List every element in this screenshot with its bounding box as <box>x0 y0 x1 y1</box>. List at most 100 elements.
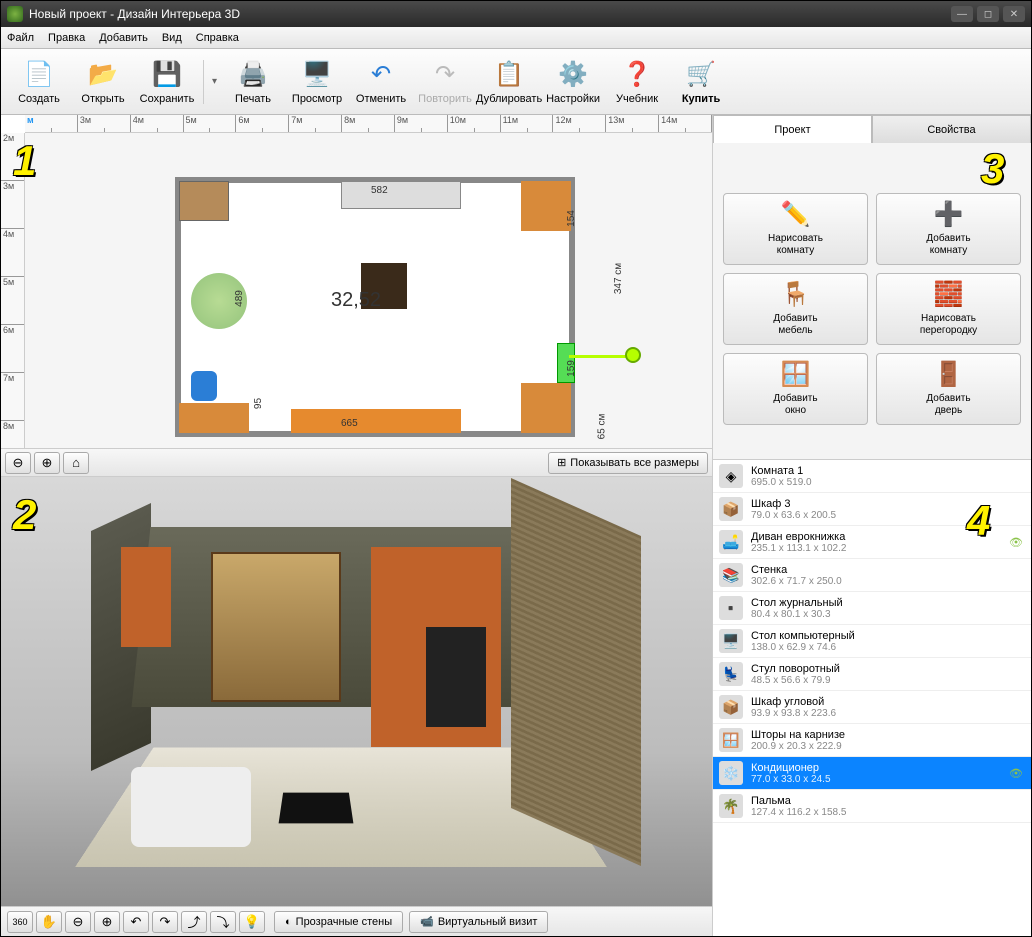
home-button[interactable]: ⌂ <box>63 452 89 474</box>
list-item[interactable]: ▪️Стол журнальный80.4 x 80.1 x 30.3 <box>713 592 1031 625</box>
menu-Файл[interactable]: Файл <box>7 32 34 44</box>
plan-2d-area[interactable]: м3м4м5м6м7м8м9м10м11м12м13м14м 2м3м4м5м6… <box>1 115 712 477</box>
menu-Справка[interactable]: Справка <box>196 32 239 44</box>
item-dims: 79.0 x 63.6 x 200.5 <box>751 510 1025 521</box>
dropdown-arrow[interactable]: ▾ <box>208 76 221 87</box>
zoom-out-button[interactable]: ⊖ <box>5 452 31 474</box>
shelf-3d[interactable] <box>371 547 501 747</box>
app-icon <box>7 6 23 22</box>
item-name: Шкаф 3 <box>751 498 1025 510</box>
tool-Создать[interactable]: 📄Создать <box>7 53 71 111</box>
selection-indicator-dot[interactable] <box>625 347 641 363</box>
actions-grid: ✏️Нарисоватькомнату➕Добавитькомнату🪑Доба… <box>713 175 1031 435</box>
list-item[interactable]: ◈Комната 1695.0 x 519.0 <box>713 460 1031 493</box>
ruler-tick: 8м <box>342 115 395 132</box>
tool-Сохранить[interactable]: 💾Сохранить <box>135 53 199 111</box>
Настройки-icon: ⚙️ <box>557 59 589 91</box>
list-item[interactable]: 📦Шкаф 379.0 x 63.6 x 200.5 <box>713 493 1031 526</box>
action-перегородку[interactable]: 🧱Нарисоватьперегородку <box>876 273 1021 345</box>
list-item[interactable]: 📦Шкаф угловой93.9 x 93.8 x 223.6 <box>713 691 1031 724</box>
room-outline[interactable]: 32,52 582 665 489 95 <box>175 177 575 437</box>
Отменить-icon: ↶ <box>365 59 397 91</box>
room-area: 32,52 <box>331 289 381 312</box>
dim-left: 489 <box>234 290 245 307</box>
zoom-out-3d-button[interactable]: ⊖ <box>65 911 91 933</box>
furniture-shelf[interactable] <box>521 383 571 433</box>
item-dims: 80.4 x 80.1 x 30.3 <box>751 609 1025 620</box>
tool-Учебник[interactable]: ❓Учебник <box>605 53 669 111</box>
show-dims-label: Показывать все размеры <box>570 457 699 469</box>
wardrobe-3d[interactable] <box>121 547 171 647</box>
curtain-3d[interactable] <box>211 552 341 702</box>
list-item[interactable]: 📚Стенка302.6 x 71.7 x 250.0 <box>713 559 1031 592</box>
tool-Купить[interactable]: 🛒Купить <box>669 53 733 111</box>
list-item[interactable]: 🪟Шторы на карнизе200.9 x 20.3 x 222.9 <box>713 724 1031 757</box>
item-name: Стул поворотный <box>751 663 1025 675</box>
visibility-icon[interactable]: 👁 <box>1009 536 1025 549</box>
item-dims: 235.1 x 113.1 x 102.2 <box>751 543 1009 554</box>
item-thumb: 💺 <box>719 662 743 686</box>
separator <box>203 60 204 104</box>
visibility-icon[interactable]: 👁 <box>1009 767 1025 780</box>
pan-button[interactable]: ✋ <box>36 911 62 933</box>
rotate-right-button[interactable]: ↷ <box>152 911 178 933</box>
menu-Добавить[interactable]: Добавить <box>99 32 148 44</box>
tab-project[interactable]: Проект <box>713 115 872 143</box>
list-item[interactable]: ❄️Кондиционер77.0 x 33.0 x 24.5👁 <box>713 757 1031 790</box>
zoom-in-3d-button[interactable]: ⊕ <box>94 911 120 933</box>
list-item[interactable]: 🛋️Диван еврокнижка235.1 x 113.1 x 102.2👁 <box>713 526 1031 559</box>
action-дверь[interactable]: 🚪Добавитьдверь <box>876 353 1021 425</box>
rotate-down-button[interactable]: ⤵ <box>210 911 236 933</box>
action-комнату[interactable]: ✏️Нарисоватькомнату <box>723 193 868 265</box>
tool-Дублировать[interactable]: 📋Дублировать <box>477 53 541 111</box>
Учебник-icon: ❓ <box>621 59 653 91</box>
minimize-button[interactable]: — <box>951 6 973 22</box>
list-item[interactable]: 🖥️Стол компьютерный138.0 x 62.9 x 74.6 <box>713 625 1031 658</box>
tool-Отменить[interactable]: ↶Отменить <box>349 53 413 111</box>
furniture-wardrobe[interactable] <box>179 181 229 221</box>
virtual-visit-button[interactable]: 📹Виртуальный визит <box>409 911 548 933</box>
rotate-left-button[interactable]: ↶ <box>123 911 149 933</box>
light-button[interactable]: 💡 <box>239 911 265 933</box>
list-item[interactable]: 🌴Пальма127.4 x 116.2 x 158.5 <box>713 790 1031 823</box>
furniture-corner[interactable] <box>521 181 571 231</box>
action-комнату[interactable]: ➕Добавитькомнату <box>876 193 1021 265</box>
action-окно[interactable]: 🪟Добавитьокно <box>723 353 868 425</box>
canvas-2d[interactable]: 32,52 582 665 489 95 347 см 154 159 65 с… <box>25 133 712 448</box>
zoom-in-button[interactable]: ⊕ <box>34 452 60 474</box>
view-3d[interactable]: 2 360 ✋ ⊖ ⊕ ↶ ↷ ⤴ ⤵ 💡 ◐Прозрачные стены … <box>1 477 712 936</box>
furniture-sofa[interactable] <box>291 409 461 433</box>
menu-Вид[interactable]: Вид <box>162 32 182 44</box>
close-button[interactable]: ✕ <box>1003 6 1025 22</box>
action-мебель[interactable]: 🪑Добавитьмебель <box>723 273 868 345</box>
tool-Настройки[interactable]: ⚙️Настройки <box>541 53 605 111</box>
titlebar: Новый проект - Дизайн Интерьера 3D — ◻ ✕ <box>1 1 1031 27</box>
комнату-icon: ➕ <box>934 201 964 230</box>
ruler-tick: 12м <box>553 115 606 132</box>
furniture-desk[interactable] <box>179 403 249 433</box>
item-name: Пальма <box>751 795 1025 807</box>
object-list[interactable]: ◈Комната 1695.0 x 519.0📦Шкаф 379.0 x 63.… <box>713 459 1031 936</box>
furniture-ac[interactable] <box>341 181 461 209</box>
right-tabs: Проект Свойства <box>713 115 1031 143</box>
tool-Просмотр[interactable]: 🖥️Просмотр <box>285 53 349 111</box>
item-thumb: ◈ <box>719 464 743 488</box>
table-3d[interactable] <box>279 793 354 824</box>
menu-Правка[interactable]: Правка <box>48 32 85 44</box>
list-item[interactable]: 💺Стул поворотный48.5 x 56.6 x 79.9 <box>713 658 1031 691</box>
rotate-360-button[interactable]: 360 <box>7 911 33 933</box>
item-thumb: 🛋️ <box>719 530 743 554</box>
sofa-3d[interactable] <box>131 767 251 847</box>
tab-properties[interactable]: Свойства <box>872 115 1031 143</box>
rotate-up-button[interactable]: ⤴ <box>181 911 207 933</box>
Просмотр-icon: 🖥️ <box>301 59 333 91</box>
maximize-button[interactable]: ◻ <box>977 6 999 22</box>
tool-Повторить[interactable]: ↷Повторить <box>413 53 477 111</box>
tool-Печать[interactable]: 🖨️Печать <box>221 53 285 111</box>
transparent-walls-button[interactable]: ◐Прозрачные стены <box>274 911 403 933</box>
furniture-chair[interactable] <box>191 371 217 401</box>
show-dimensions-button[interactable]: ⊞ Показывать все размеры <box>548 452 708 474</box>
ruler-tick: 13м <box>606 115 659 132</box>
ruler-tick: 6м <box>1 325 24 373</box>
tool-Открыть[interactable]: 📂Открыть <box>71 53 135 111</box>
